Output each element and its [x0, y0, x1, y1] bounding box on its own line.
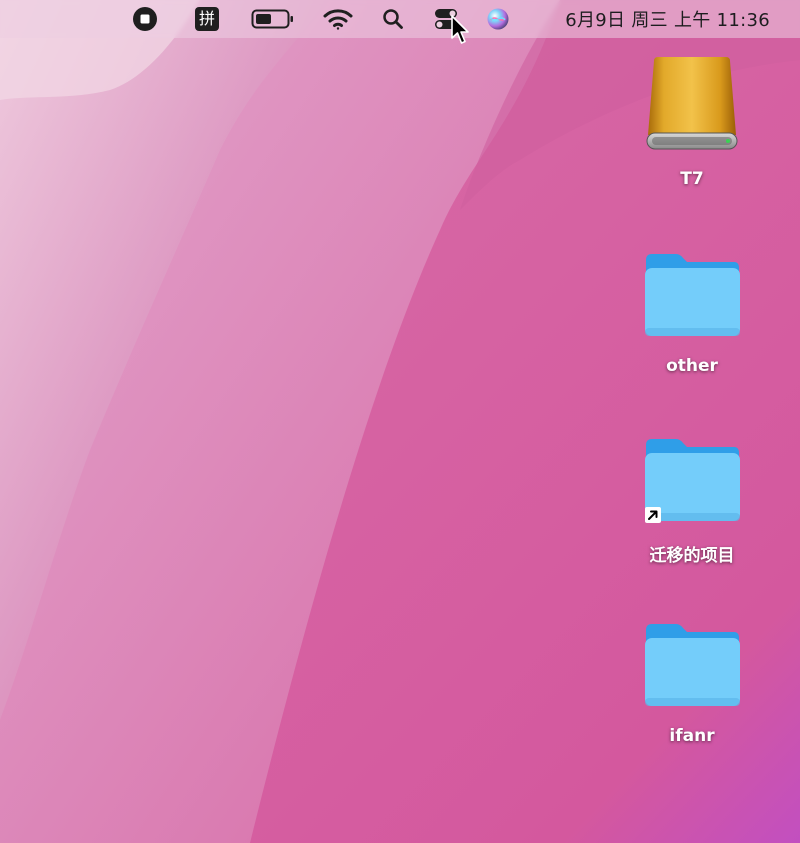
- alias-arrow-icon: [645, 507, 661, 523]
- battery-icon[interactable]: [250, 0, 296, 38]
- desktop-item-t7-drive[interactable]: T7: [622, 55, 762, 189]
- desktop-item-migrated-items-folder[interactable]: 迁移的项目: [622, 427, 762, 566]
- input-method-label: 拼: [195, 7, 219, 31]
- external-drive-icon: [637, 55, 747, 155]
- menu-bar-clock[interactable]: 6月9日 周三 上午 11:36: [565, 0, 770, 38]
- desktop-item-label: ifanr: [669, 726, 715, 746]
- desktop-item-label: other: [666, 356, 718, 376]
- desktop-item-other-folder[interactable]: other: [622, 242, 762, 376]
- desktop-item-ifanr-folder[interactable]: ifanr: [622, 612, 762, 746]
- spotlight-search-icon[interactable]: [380, 0, 406, 38]
- wifi-icon[interactable]: [322, 0, 354, 38]
- input-method-icon[interactable]: 拼: [192, 0, 222, 38]
- screen-record-stop-icon[interactable]: [130, 0, 160, 38]
- desktop-item-label: 迁移的项目: [649, 546, 735, 566]
- desktop-item-label: T7: [680, 169, 704, 189]
- folder-icon: [637, 242, 747, 342]
- folder-alias-icon: [637, 427, 747, 527]
- siri-icon[interactable]: [484, 0, 512, 38]
- mouse-cursor-icon: [451, 15, 469, 44]
- menu-bar: 拼 6月9日 周三 上午 11:36: [0, 0, 800, 38]
- folder-icon: [637, 612, 747, 712]
